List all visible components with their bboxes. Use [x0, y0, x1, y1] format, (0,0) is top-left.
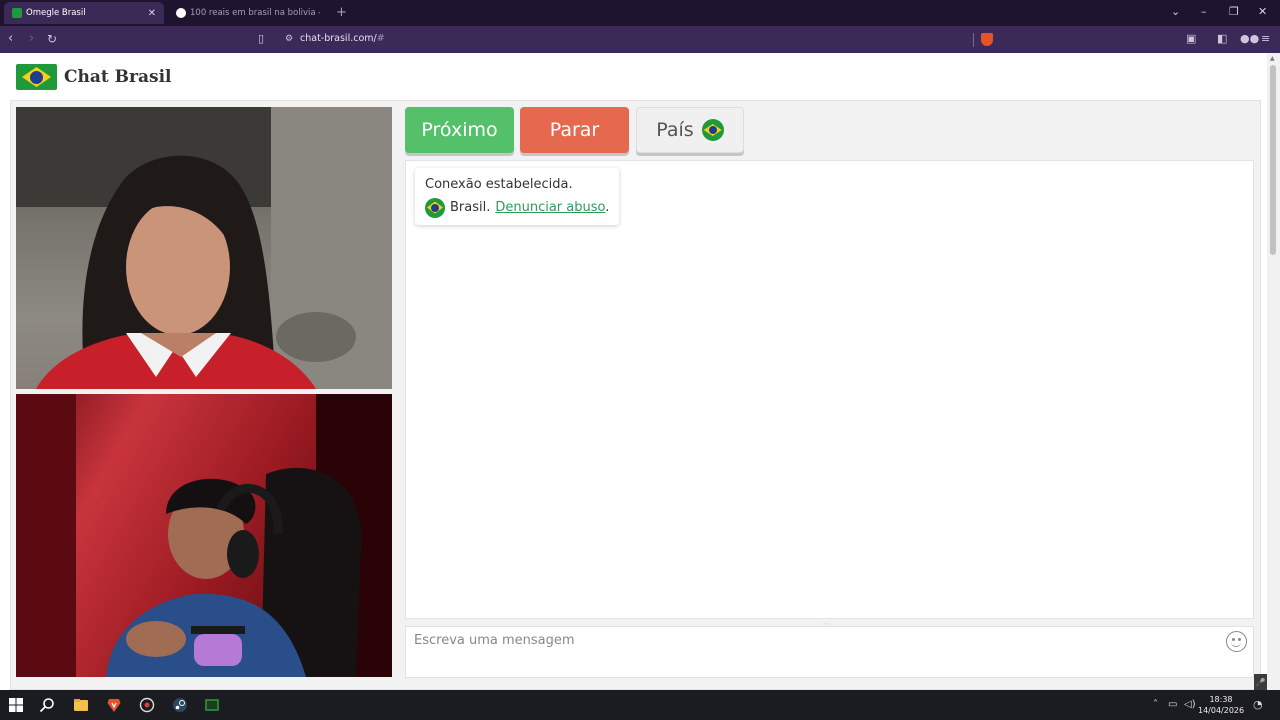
clock-time: 18:38	[1209, 695, 1233, 704]
country-button[interactable]: País	[636, 107, 744, 153]
stranger-video-frame	[16, 107, 392, 389]
brave-shield-icon[interactable]	[981, 33, 993, 46]
tab-search-chevron-icon[interactable]: ⌄	[1171, 5, 1180, 18]
tray-chevron-icon[interactable]: ˄	[1153, 699, 1158, 710]
site-title[interactable]: Chat Brasil	[64, 67, 172, 87]
brave-browser-icon[interactable]	[106, 697, 122, 713]
toolbar-divider	[973, 33, 974, 47]
taskbar-clock[interactable]: 18:38 14/04/2026	[1198, 694, 1244, 716]
page-scrollbar[interactable]: ▲	[1267, 53, 1280, 690]
site-info-icon[interactable]: ⚙	[285, 34, 293, 44]
forward-icon[interactable]: ›	[29, 31, 34, 46]
video-splitter-handle[interactable]	[397, 101, 401, 689]
brasil-flag-logo-icon[interactable]	[16, 64, 57, 90]
message-input[interactable]	[406, 627, 1216, 653]
google-favicon-icon	[176, 8, 186, 18]
url-hash: #	[376, 33, 385, 44]
tab-title: Omegle Brasil	[26, 8, 86, 18]
partner-country-flag-icon	[425, 197, 445, 218]
my-webcam-video	[16, 394, 392, 677]
brasil-flag-favicon-icon	[12, 8, 22, 18]
minimize-icon[interactable]: –	[1201, 5, 1207, 18]
stranger-video	[16, 107, 392, 389]
clock-date: 14/04/2026	[1198, 706, 1245, 715]
country-button-label: País	[656, 119, 694, 141]
reload-icon[interactable]: ↻	[47, 32, 57, 46]
windows-taskbar: ˄ ▭ ◁) 18:38 14/04/2026 ◔	[0, 690, 1280, 720]
recording-app-icon[interactable]	[139, 697, 155, 713]
notification-icon[interactable]: ◔	[1253, 698, 1263, 711]
next-button[interactable]: Próximo	[405, 107, 514, 153]
scrollbar-thumb[interactable]	[1270, 65, 1276, 255]
search-icon[interactable]	[39, 697, 55, 713]
url-host: chat-brasil.com/	[300, 33, 377, 44]
site-header: Chat Brasil	[0, 53, 1267, 101]
microphone-icon[interactable]: 🎤	[1254, 674, 1267, 690]
report-suffix: .	[605, 200, 610, 215]
back-icon[interactable]: ‹	[8, 31, 13, 46]
browser-toolbar: ‹ › ↻ ▯ ⚙ chat-brasil.com/# ▣ ◧ ●● ≡	[0, 26, 1280, 53]
network-icon[interactable]: ▭	[1168, 699, 1177, 710]
sidebar-toggle-icon[interactable]: ◧	[1217, 32, 1227, 45]
my-webcam-frame	[16, 394, 392, 677]
connection-system-message: Conexão estabelecida. Brasil. Denunciar …	[415, 168, 620, 225]
report-abuse-link[interactable]: Denunciar abuso	[495, 200, 605, 215]
restore-icon[interactable]: ❐	[1229, 5, 1239, 18]
terminal-app-icon[interactable]	[204, 697, 220, 713]
tab-sidebar-icon[interactable]: ▣	[1186, 32, 1196, 45]
file-explorer-icon[interactable]	[73, 697, 89, 713]
windows-start-icon[interactable]	[8, 697, 24, 713]
tab-title: 100 reais em brasil na bolivia - Pesq...	[190, 8, 320, 18]
message-box	[405, 626, 1254, 678]
window-close-icon[interactable]: ✕	[1258, 5, 1267, 18]
brasil-flag-icon	[701, 119, 724, 141]
browser-tabbar: Omegle Brasil ✕ 100 reais em brasil na b…	[0, 0, 1280, 26]
vpn-glasses-icon[interactable]: ●●	[1240, 32, 1259, 45]
tab-close-icon[interactable]: ✕	[148, 8, 156, 19]
volume-icon[interactable]: ◁)	[1184, 699, 1196, 710]
tab-omegle-brasil[interactable]: Omegle Brasil ✕	[4, 2, 164, 24]
scroll-up-icon[interactable]: ▲	[1270, 55, 1275, 62]
stop-button-label: Parar	[549, 119, 600, 141]
tab-google-search[interactable]: 100 reais em brasil na bolivia - Pesq...	[168, 2, 328, 24]
bookmark-icon[interactable]: ▯	[258, 32, 264, 45]
new-tab-icon[interactable]: +	[336, 5, 347, 20]
web-page: Chat Brasil Próximo Parar País Conexão e…	[0, 53, 1267, 690]
connection-status-text: Conexão estabelecida.	[425, 177, 573, 192]
chat-log: Conexão estabelecida. Brasil. Denunciar …	[405, 160, 1254, 619]
next-button-label: Próximo	[421, 119, 498, 141]
emoji-icon[interactable]	[1226, 631, 1247, 652]
partner-country-text: Brasil.	[450, 200, 491, 215]
chat-area: Próximo Parar País Conexão estabelecida.…	[10, 100, 1261, 690]
menu-icon[interactable]: ≡	[1261, 32, 1270, 45]
steam-icon[interactable]	[172, 697, 188, 713]
address-bar[interactable]: chat-brasil.com/#	[300, 33, 385, 44]
stop-button[interactable]: Parar	[520, 107, 629, 153]
